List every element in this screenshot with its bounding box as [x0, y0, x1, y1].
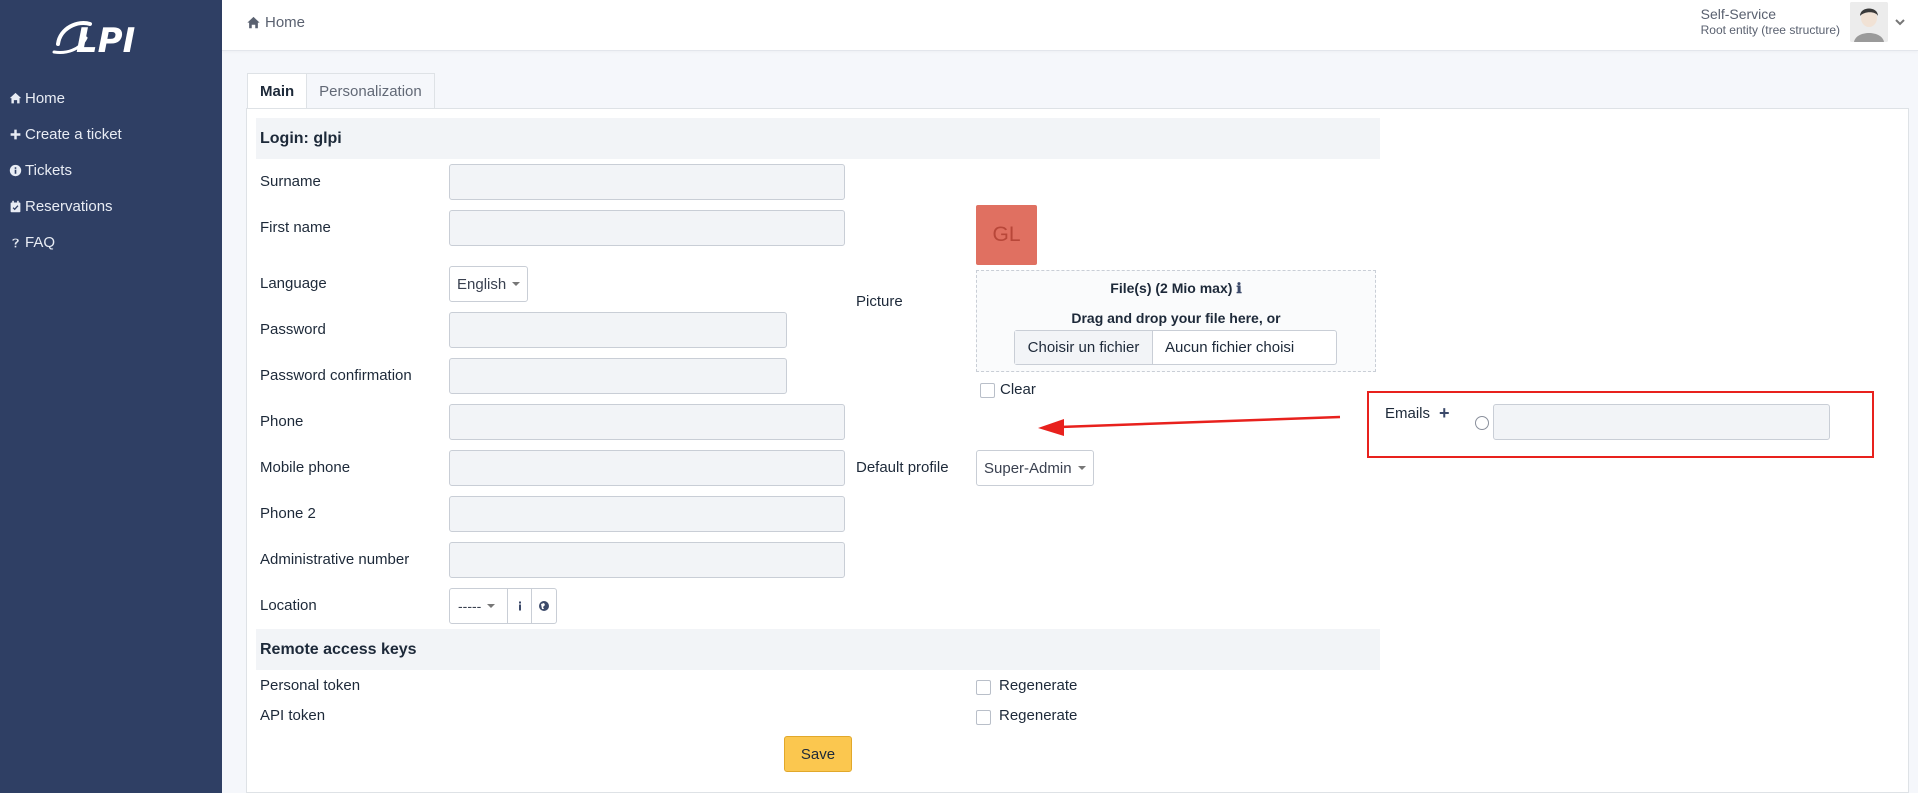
clear-picture-label: Clear — [1000, 381, 1036, 398]
top-header: Home Self-Service Root entity (tree stru… — [222, 0, 1918, 51]
firstname-input[interactable] — [449, 210, 845, 246]
remote-access-section-header: Remote access keys — [256, 629, 1380, 670]
default-profile-value: Super-Admin — [984, 459, 1072, 477]
user-picture: GL — [976, 205, 1037, 265]
password-label: Password — [260, 321, 326, 338]
api-token-label: API token — [260, 707, 326, 724]
regenerate-api-token-label: Regenerate — [999, 707, 1078, 724]
firstname-label: First name — [260, 219, 331, 236]
emails-label-group: Emails + — [1385, 404, 1450, 422]
personal-token-label: Personal token — [260, 677, 361, 694]
choose-file-button[interactable]: Choisir un fichier — [1015, 331, 1153, 364]
sidebar-item-label: Home — [25, 89, 66, 107]
active-entity: Root entity (tree structure) — [1700, 23, 1840, 37]
caret-down-icon — [487, 604, 496, 608]
tab-bar: Main Personalization — [247, 73, 435, 109]
breadcrumb-home[interactable]: Home — [265, 14, 305, 31]
password-confirm-label: Password confirmation — [260, 367, 412, 384]
sidebar-item-faq[interactable]: FAQ — [0, 224, 222, 260]
caret-down-icon — [512, 282, 521, 286]
regenerate-personal-token-label: Regenerate — [999, 677, 1078, 694]
dropzone-title: File(s) (2 Mio max) ℹ — [977, 280, 1375, 297]
default-profile-label: Default profile — [856, 459, 949, 476]
home-icon — [8, 91, 23, 106]
phone2-label: Phone 2 — [260, 505, 316, 522]
sidebar-item-home[interactable]: Home — [0, 80, 222, 116]
admin-number-label: Administrative number — [260, 551, 410, 568]
default-email-radio[interactable] — [1475, 416, 1489, 430]
location-info-icon[interactable] — [508, 589, 532, 623]
file-input[interactable]: Choisir un fichier Aucun fichier choisi — [1014, 330, 1337, 365]
surname-label: Surname — [260, 173, 321, 190]
caret-down-icon — [1077, 466, 1086, 470]
admin-number-input[interactable] — [449, 542, 845, 578]
language-select[interactable]: English — [449, 266, 529, 302]
dropzone-title-text: File(s) (2 Mio max) — [1110, 280, 1233, 296]
info-icon[interactable]: ℹ — [1236, 281, 1241, 297]
language-value: English — [457, 275, 507, 293]
sidebar-item-create-ticket[interactable]: Create a ticket — [0, 116, 222, 152]
location-field-group: ----- — [449, 588, 557, 624]
email-input[interactable] — [1493, 404, 1830, 440]
tab-main[interactable]: Main — [247, 73, 308, 109]
question-icon — [8, 235, 23, 250]
clear-picture-checkbox[interactable] — [980, 383, 995, 398]
sidebar-item-label: Create a ticket — [25, 125, 122, 143]
globe-icon[interactable] — [532, 589, 556, 623]
user-avatar[interactable] — [1850, 2, 1888, 42]
regenerate-personal-token-checkbox[interactable] — [976, 680, 991, 695]
location-select[interactable]: ----- — [450, 589, 508, 623]
default-profile-select[interactable]: Super-Admin — [976, 450, 1094, 486]
chevron-down-icon[interactable] — [1894, 15, 1906, 27]
location-value: ----- — [458, 598, 482, 614]
mobile-phone-input[interactable] — [449, 450, 845, 486]
save-button[interactable]: Save — [784, 736, 852, 772]
phone-label: Phone — [260, 413, 304, 430]
regenerate-api-token-checkbox[interactable] — [976, 710, 991, 725]
phone-input[interactable] — [449, 404, 845, 440]
mobile-phone-label: Mobile phone — [260, 459, 351, 476]
sidebar-item-label: Reservations — [25, 197, 113, 215]
plus-icon — [8, 127, 23, 142]
sidebar-item-reservations[interactable]: Reservations — [0, 188, 222, 224]
home-icon — [247, 16, 260, 28]
glpi-logo[interactable]: LPI — [50, 14, 160, 62]
phone2-input[interactable] — [449, 496, 845, 532]
tab-personalization[interactable]: Personalization — [307, 73, 435, 109]
sidebar-item-label: Tickets — [25, 161, 72, 179]
surname-input[interactable] — [449, 164, 845, 200]
red-arrow-annotation — [1038, 415, 1341, 436]
info-circle-icon — [8, 163, 23, 178]
file-dropzone[interactable]: File(s) (2 Mio max) ℹ Drag and drop your … — [976, 270, 1376, 372]
language-label: Language — [260, 275, 327, 292]
password-input[interactable] — [449, 312, 787, 348]
sidebar: LPI Home Create a ticket Tickets Reserva… — [0, 0, 222, 793]
calendar-check-icon — [8, 199, 23, 214]
password-confirm-input[interactable] — [449, 358, 787, 394]
file-name-text: Aucun fichier choisi — [1165, 339, 1295, 356]
picture-label: Picture — [856, 293, 903, 310]
sidebar-item-label: FAQ — [25, 233, 56, 251]
active-profile: Self-Service — [1700, 6, 1777, 22]
login-section-header: Login: glpi — [256, 118, 1380, 159]
emails-label: Emails — [1385, 405, 1431, 422]
sidebar-nav: Home Create a ticket Tickets Reservation… — [0, 80, 222, 260]
svg-text:LPI: LPI — [76, 21, 135, 61]
sidebar-item-tickets[interactable]: Tickets — [0, 152, 222, 188]
location-label: Location — [260, 597, 317, 614]
breadcrumb[interactable]: Home — [246, 14, 305, 31]
user-profile-info[interactable]: Self-Service Root entity (tree structure… — [1701, 6, 1840, 38]
add-email-plus-icon[interactable]: + — [1439, 404, 1450, 422]
dropzone-instructions: Drag and drop your file here, or — [1071, 310, 1281, 326]
